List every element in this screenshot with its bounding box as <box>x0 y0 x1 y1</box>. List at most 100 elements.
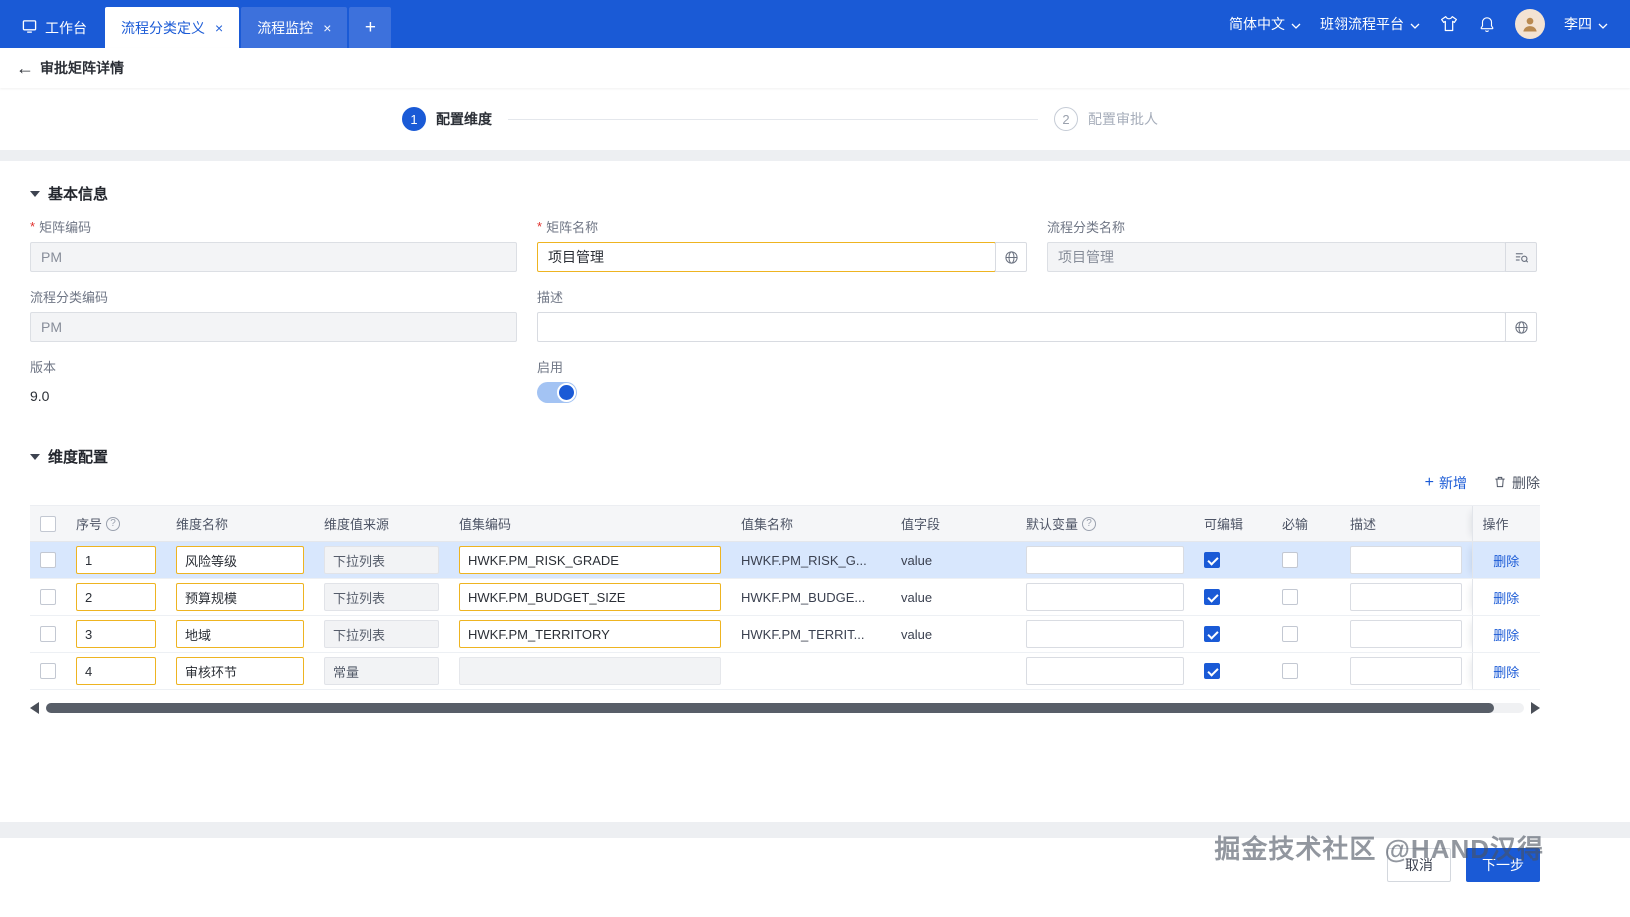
dimension-name-input[interactable] <box>176 620 304 648</box>
intl-globe-icon[interactable] <box>995 242 1027 272</box>
cancel-button[interactable]: 取消 <box>1387 848 1451 882</box>
help-icon[interactable]: ? <box>1082 516 1097 531</box>
scroll-right-arrow-icon[interactable] <box>1531 702 1540 714</box>
section-title: 维度配置 <box>48 449 109 466</box>
column-header-code: 值集编码 <box>459 517 512 532</box>
editable-checkbox[interactable] <box>1204 552 1220 569</box>
seq-input[interactable] <box>76 620 156 648</box>
table-row[interactable]: 下拉列表 HWKF.PM_TERRIT... value 删除 <box>30 615 1540 653</box>
table-row[interactable]: 下拉列表 HWKF.PM_RISK_G... value 删除 <box>30 541 1540 579</box>
category-name-input <box>1047 242 1506 272</box>
market-icon[interactable] <box>1439 15 1459 33</box>
required-checkbox[interactable] <box>1282 552 1298 569</box>
default-variable-input[interactable] <box>1026 546 1184 574</box>
step-configure-approvers[interactable]: 2 配置审批人 <box>1054 107 1158 131</box>
editable-checkbox[interactable] <box>1204 663 1220 680</box>
value-set-code-input[interactable] <box>459 546 721 574</box>
scroll-left-arrow-icon[interactable] <box>30 702 39 714</box>
value-set-name-text: HWKF.PM_BUDGE... <box>741 589 866 605</box>
row-description-input[interactable] <box>1350 620 1462 648</box>
field-enabled: 启用 <box>537 358 1027 404</box>
step-number: 1 <box>402 107 426 131</box>
user-name: 李四 <box>1564 16 1592 32</box>
delete-row-link[interactable]: 删除 <box>1493 554 1519 569</box>
value-field-text: value <box>901 552 933 568</box>
plus-icon: + <box>1424 474 1434 491</box>
default-variable-input[interactable] <box>1026 620 1184 648</box>
required-checkbox[interactable] <box>1282 663 1298 680</box>
value-set-name-text: HWKF.PM_RISK_G... <box>741 552 867 568</box>
dimension-name-input[interactable] <box>176 546 304 574</box>
help-icon[interactable]: ? <box>106 516 121 531</box>
avatar[interactable] <box>1515 9 1545 39</box>
field-label: 启用 <box>537 360 564 375</box>
bell-icon[interactable] <box>1478 15 1496 34</box>
tab-process-monitor[interactable]: 流程监控 × <box>241 7 348 48</box>
default-variable-input[interactable] <box>1026 657 1184 685</box>
required-star: * <box>30 219 36 234</box>
value-source-field: 下拉列表 <box>324 583 439 611</box>
default-variable-input[interactable] <box>1026 583 1184 611</box>
editable-checkbox[interactable] <box>1204 626 1220 643</box>
scrollbar-track[interactable] <box>46 703 1524 713</box>
dimension-name-input[interactable] <box>176 583 304 611</box>
editable-checkbox[interactable] <box>1204 589 1220 606</box>
next-step-button[interactable]: 下一步 <box>1466 848 1540 882</box>
delete-row-link[interactable]: 删除 <box>1493 628 1519 643</box>
table-row[interactable]: 下拉列表 HWKF.PM_BUDGE... value 删除 <box>30 578 1540 616</box>
row-checkbox[interactable] <box>40 552 56 569</box>
page-title: 审批矩阵详情 <box>40 60 124 76</box>
back-button[interactable]: ← <box>16 59 34 77</box>
tab-process-category-definition[interactable]: 流程分类定义 × <box>105 7 240 48</box>
user-menu[interactable]: 李四 <box>1564 14 1608 34</box>
chevron-down-icon <box>1291 16 1301 32</box>
close-icon[interactable]: × <box>323 21 331 35</box>
matrix-name-input[interactable] <box>537 242 996 272</box>
row-description-input[interactable] <box>1350 546 1462 574</box>
add-label: 新增 <box>1439 475 1467 491</box>
seq-input[interactable] <box>76 546 156 574</box>
top-bar-right: 简体中文 班翎流程平台 李四 <box>1229 0 1630 48</box>
seq-input[interactable] <box>76 583 156 611</box>
row-checkbox[interactable] <box>40 663 56 680</box>
add-row-button[interactable]: + 新增 <box>1425 473 1467 493</box>
tab-workbench[interactable]: 工作台 <box>6 7 103 48</box>
value-set-code-input[interactable] <box>459 657 721 685</box>
value-set-name-text: HWKF.PM_TERRIT... <box>741 626 865 642</box>
row-checkbox[interactable] <box>40 589 56 606</box>
add-tab-button[interactable]: + <box>349 7 392 48</box>
required-star: * <box>537 219 543 234</box>
scrollbar-thumb[interactable] <box>46 703 1495 713</box>
required-checkbox[interactable] <box>1282 626 1298 643</box>
dimension-section-header[interactable]: 维度配置 <box>30 446 1540 467</box>
field-label: 流程分类编码 <box>30 290 109 305</box>
value-set-code-input[interactable] <box>459 620 721 648</box>
delete-row-link[interactable]: 删除 <box>1493 665 1519 680</box>
row-description-input[interactable] <box>1350 657 1462 685</box>
field-version: 版本 9.0 <box>30 358 517 404</box>
field-label: 流程分类名称 <box>1047 220 1126 235</box>
delete-row-link[interactable]: 删除 <box>1493 591 1519 606</box>
row-description-input[interactable] <box>1350 583 1462 611</box>
delete-rows-button[interactable]: 删除 <box>1493 473 1540 493</box>
column-header-value-set-name: 值集名称 <box>741 517 794 532</box>
required-checkbox[interactable] <box>1282 589 1298 606</box>
row-checkbox[interactable] <box>40 626 56 643</box>
intl-globe-icon[interactable] <box>1505 312 1537 342</box>
matrix-code-input <box>30 242 517 272</box>
table-row[interactable]: 常量 删除 <box>30 652 1540 690</box>
dimension-name-input[interactable] <box>176 657 304 685</box>
language-select[interactable]: 简体中文 <box>1229 14 1301 34</box>
seq-input[interactable] <box>76 657 156 685</box>
field-label: 版本 <box>30 360 57 375</box>
close-icon[interactable]: × <box>215 21 223 35</box>
basic-info-section-header[interactable]: 基本信息 <box>30 183 1540 204</box>
value-set-code-input[interactable] <box>459 583 721 611</box>
lov-select-icon[interactable] <box>1505 242 1537 272</box>
platform-select[interactable]: 班翎流程平台 <box>1320 14 1420 34</box>
enabled-toggle[interactable] <box>537 382 577 403</box>
step-configure-dimensions[interactable]: 1 配置维度 <box>402 107 492 131</box>
description-input[interactable] <box>537 312 1506 342</box>
section-title: 基本信息 <box>48 186 109 203</box>
select-all-checkbox[interactable] <box>40 515 56 532</box>
